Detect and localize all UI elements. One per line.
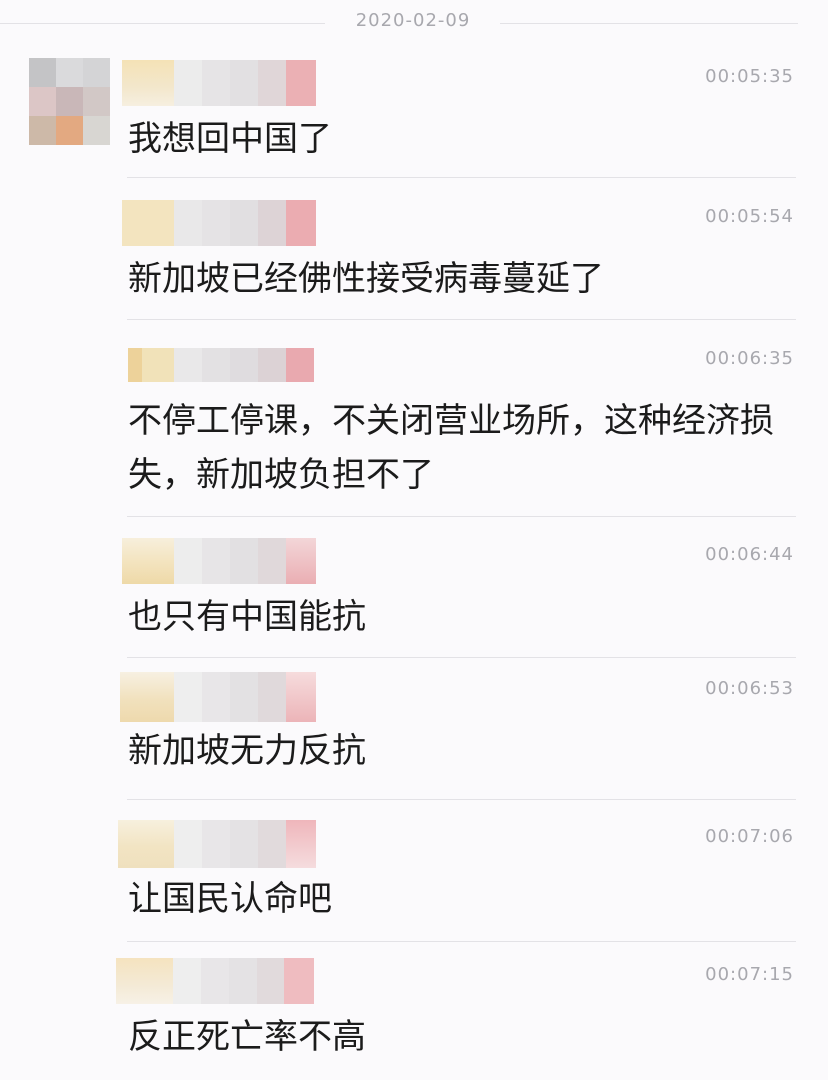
message-timestamp: 00:06:53 [705,678,794,699]
message-timestamp: 00:06:44 [705,544,794,565]
date-line-left [0,23,325,24]
message-timestamp: 00:05:35 [705,66,794,87]
message-text: 新加坡已经佛性接受病毒蔓延了 [128,259,604,299]
sender-name-blurred [122,200,320,246]
message-divider [127,319,796,320]
message-divider [127,516,796,517]
message-text: 反正死亡率不高 [128,1017,366,1057]
message-divider [127,941,796,942]
message-divider [127,799,796,800]
date-separator-text: 2020-02-09 [355,10,471,31]
message-text: 新加坡无力反抗 [128,731,366,771]
message-text: 不停工停课，不关闭营业场所，这种经济损失，新加坡负担不了 [128,401,774,495]
message-text: 也只有中国能抗 [128,597,366,637]
sender-name-blurred [122,60,320,106]
message-timestamp: 00:05:54 [705,206,794,227]
message-timestamp: 00:06:35 [705,348,794,369]
sender-name-blurred [120,672,318,722]
sender-name-blurred [116,958,314,1004]
message-timestamp: 00:07:15 [705,964,794,985]
date-separator: 2020-02-09 [0,0,828,46]
message-divider [127,177,796,178]
message-timestamp: 00:07:06 [705,826,794,847]
sender-name-blurred [128,348,326,382]
date-line-right [500,23,798,24]
sender-name-blurred [122,538,320,584]
message-text: 我想回中国了 [128,119,332,159]
sender-name-blurred [118,820,316,868]
message-text: 让国民认命吧 [128,879,332,919]
message-divider [127,657,796,658]
sender-avatar[interactable] [29,58,110,145]
